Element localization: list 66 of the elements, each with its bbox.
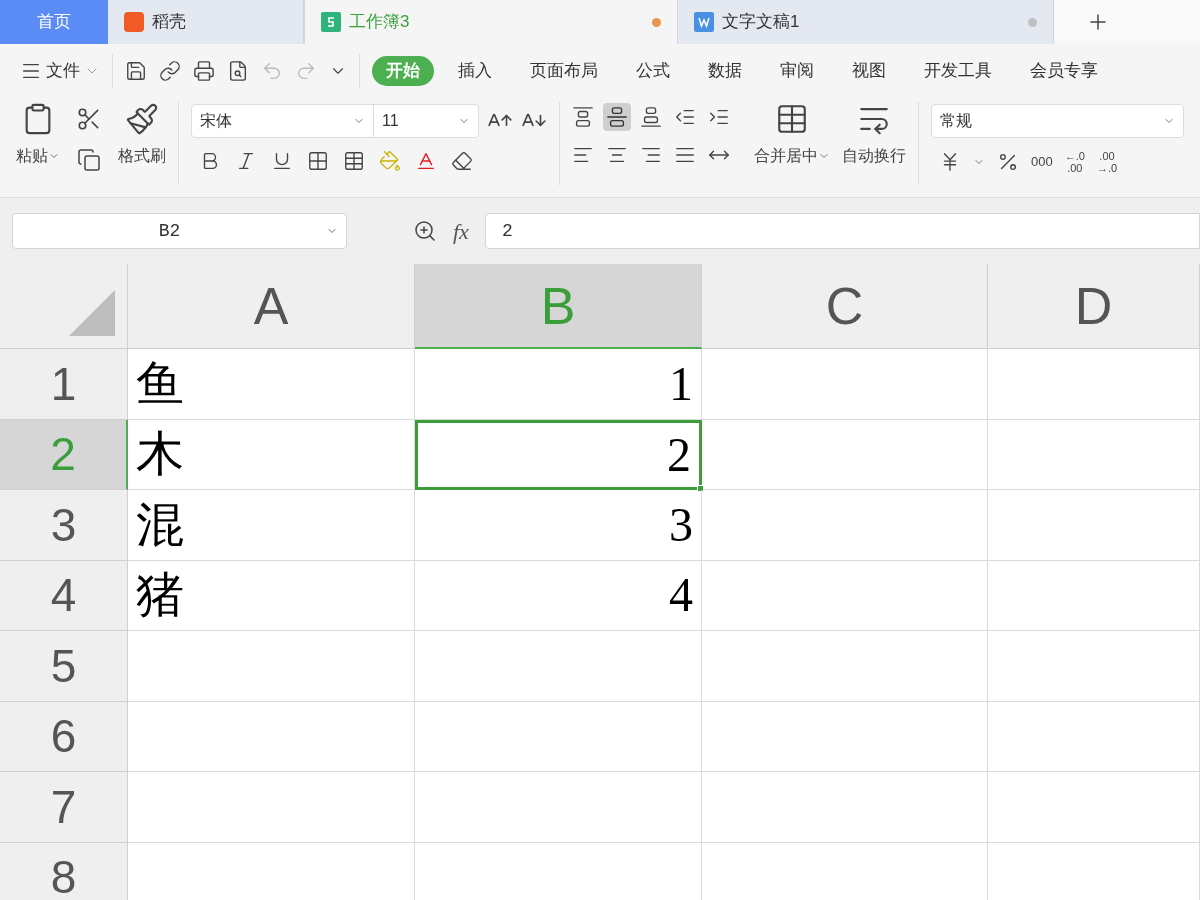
row-header[interactable]: 3 xyxy=(0,490,128,561)
print-icon[interactable] xyxy=(193,60,215,82)
underline-icon[interactable] xyxy=(271,150,293,172)
format-painter-button[interactable]: 格式刷 xyxy=(118,144,166,168)
row-header[interactable]: 6 xyxy=(0,701,128,772)
borders-icon[interactable] xyxy=(307,150,329,172)
font-dropdown[interactable]: 宋体 xyxy=(192,105,374,137)
ribbon-tab[interactable]: 开发工具 xyxy=(910,56,1006,86)
fill-color-icon[interactable] xyxy=(379,150,401,172)
function-label[interactable]: fx xyxy=(453,214,469,248)
row-header[interactable]: 8 xyxy=(0,842,128,900)
row-header[interactable]: 4 xyxy=(0,560,128,631)
increase-decimal-button[interactable]: ←.0 .00 xyxy=(1064,150,1085,174)
table-cell: 3 xyxy=(415,490,702,561)
table-cell: 猪 xyxy=(128,560,415,631)
spreadsheet-logo-icon xyxy=(321,12,341,32)
tab-label: 首页 xyxy=(37,11,71,34)
font-size-dropdown[interactable]: 11 xyxy=(374,105,478,137)
table-cell: 4 xyxy=(415,560,702,631)
file-menu[interactable]: 文件 xyxy=(20,58,100,84)
document-logo-icon xyxy=(694,12,714,32)
document-tab[interactable]: 文字文稿1 xyxy=(678,0,1054,44)
align-top-icon[interactable] xyxy=(572,106,594,128)
wrap-text-button[interactable]: 自动换行 xyxy=(842,144,906,168)
align-middle-icon[interactable] xyxy=(603,103,631,131)
fill-handle[interactable] xyxy=(697,485,704,492)
table-cell: 木 xyxy=(128,419,415,490)
tab-label: 稻壳 xyxy=(152,11,186,34)
copy-icon[interactable] xyxy=(77,148,101,172)
thousands-separator-button[interactable]: 000 xyxy=(1031,152,1053,172)
row-header[interactable]: 5 xyxy=(0,631,128,702)
paste-button[interactable]: 粘贴 xyxy=(16,144,60,168)
column-header[interactable]: C xyxy=(702,264,988,349)
format-painter-icon[interactable] xyxy=(125,102,159,136)
tab-label: 工作簿3 xyxy=(349,11,410,34)
cell-name-box[interactable]: B2 xyxy=(12,213,347,249)
ribbon-tab[interactable]: 会员专享 xyxy=(1016,56,1112,86)
table-cell: 鱼 xyxy=(128,349,415,420)
number-format-dropdown[interactable]: 常规 xyxy=(931,104,1184,138)
formula-input[interactable]: 2 xyxy=(484,213,1200,249)
eraser-icon[interactable] xyxy=(451,150,473,172)
row-header[interactable]: 1 xyxy=(0,349,128,420)
print-preview-icon[interactable] xyxy=(227,60,249,82)
table-cell: 1 xyxy=(415,349,702,420)
ribbon-tab[interactable]: 数据 xyxy=(694,56,756,86)
document-tab[interactable]: 稻壳 xyxy=(108,0,304,44)
link-icon[interactable] xyxy=(159,60,181,82)
merge-center-button[interactable]: 合并居中 xyxy=(754,144,830,168)
merge-cells-icon[interactable] xyxy=(775,102,809,136)
font-color-icon[interactable] xyxy=(415,150,437,172)
align-bottom-icon[interactable] xyxy=(640,106,662,128)
decrease-decimal-button[interactable]: .00 →.0 xyxy=(1096,150,1118,174)
ribbon-tab[interactable]: 公式 xyxy=(622,56,684,86)
ribbon-tab[interactable]: 视图 xyxy=(838,56,900,86)
percent-icon[interactable] xyxy=(997,151,1019,173)
zoom-icon[interactable] xyxy=(413,219,437,243)
cell-style-icon[interactable] xyxy=(343,150,365,172)
ribbon-tab[interactable]: 审阅 xyxy=(766,56,828,86)
table-cell: 混 xyxy=(128,490,415,561)
tab-label: 文字文稿1 xyxy=(722,11,800,34)
ribbon-tab[interactable]: 页面布局 xyxy=(516,56,612,86)
table-cell: 2 xyxy=(415,419,702,490)
ribbon-tab[interactable]: 插入 xyxy=(444,56,506,86)
row-header[interactable]: 7 xyxy=(0,772,128,843)
column-header[interactable]: D xyxy=(988,264,1200,349)
save-icon[interactable] xyxy=(125,60,147,82)
